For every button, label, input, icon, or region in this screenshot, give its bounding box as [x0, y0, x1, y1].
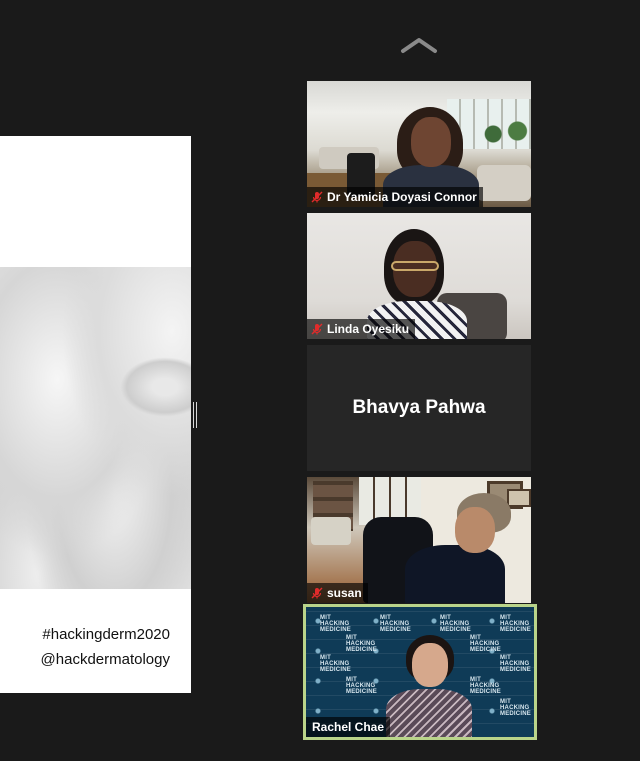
participant-tile[interactable]: Bhavya Pahwa	[307, 345, 531, 471]
backdrop-logo: MIT HACKING MEDICINE	[346, 635, 377, 653]
participant-tile[interactable]: Linda Oyesiku	[307, 213, 531, 339]
participant-name: susan	[327, 586, 362, 600]
backdrop-logo: MIT HACKING MEDICINE	[320, 655, 351, 673]
backdrop-logo: MIT HACKING MEDICINE	[500, 655, 531, 673]
shared-screen-image	[0, 267, 191, 589]
backdrop-logo: MIT HACKING MEDICINE	[320, 615, 351, 633]
participant-name: Dr Yamicia Doyasi Connor	[327, 190, 477, 204]
participant-display-name: Bhavya Pahwa	[352, 397, 486, 418]
shared-screen: #hackingderm2020 @hackdermatology	[0, 136, 191, 693]
muted-microphone-icon	[311, 587, 323, 599]
resize-handle[interactable]	[192, 402, 198, 428]
backdrop-logo: MIT HACKING MEDICINE	[470, 677, 501, 695]
participant-tile[interactable]: susan	[307, 477, 531, 603]
shared-handle: @hackdermatology	[40, 651, 170, 668]
participant-name: Rachel Chae	[312, 720, 385, 734]
active-speaker-tile[interactable]: MIT HACKING MEDICINE MIT HACKING MEDICINE MI…	[303, 604, 537, 740]
participant-name-label: Linda Oyesiku	[307, 319, 416, 339]
backdrop-logo: MIT HACKING MEDICINE	[346, 677, 377, 695]
backdrop-logo: MIT HACKING MEDICINE	[500, 699, 531, 717]
backdrop-logo: MIT HACKING MEDICINE	[380, 615, 411, 633]
participant-name-label: Dr Yamicia Doyasi Connor	[307, 187, 483, 207]
backdrop-logo: MIT HACKING MEDICINE	[470, 635, 501, 653]
participant-name-label: Rachel Chae	[306, 717, 391, 737]
backdrop-logo: MIT HACKING MEDICINE	[440, 615, 471, 633]
shared-hashtag: #hackingderm2020	[42, 626, 170, 643]
participant-name-label: susan	[307, 583, 368, 603]
participant-name: Linda Oyesiku	[327, 322, 410, 336]
participant-tile[interactable]: Dr Yamicia Doyasi Connor	[307, 81, 531, 207]
muted-microphone-icon	[311, 191, 323, 203]
muted-microphone-icon	[311, 323, 323, 335]
chevron-up-icon[interactable]	[400, 36, 438, 54]
backdrop-logo: MIT HACKING MEDICINE	[500, 615, 531, 633]
